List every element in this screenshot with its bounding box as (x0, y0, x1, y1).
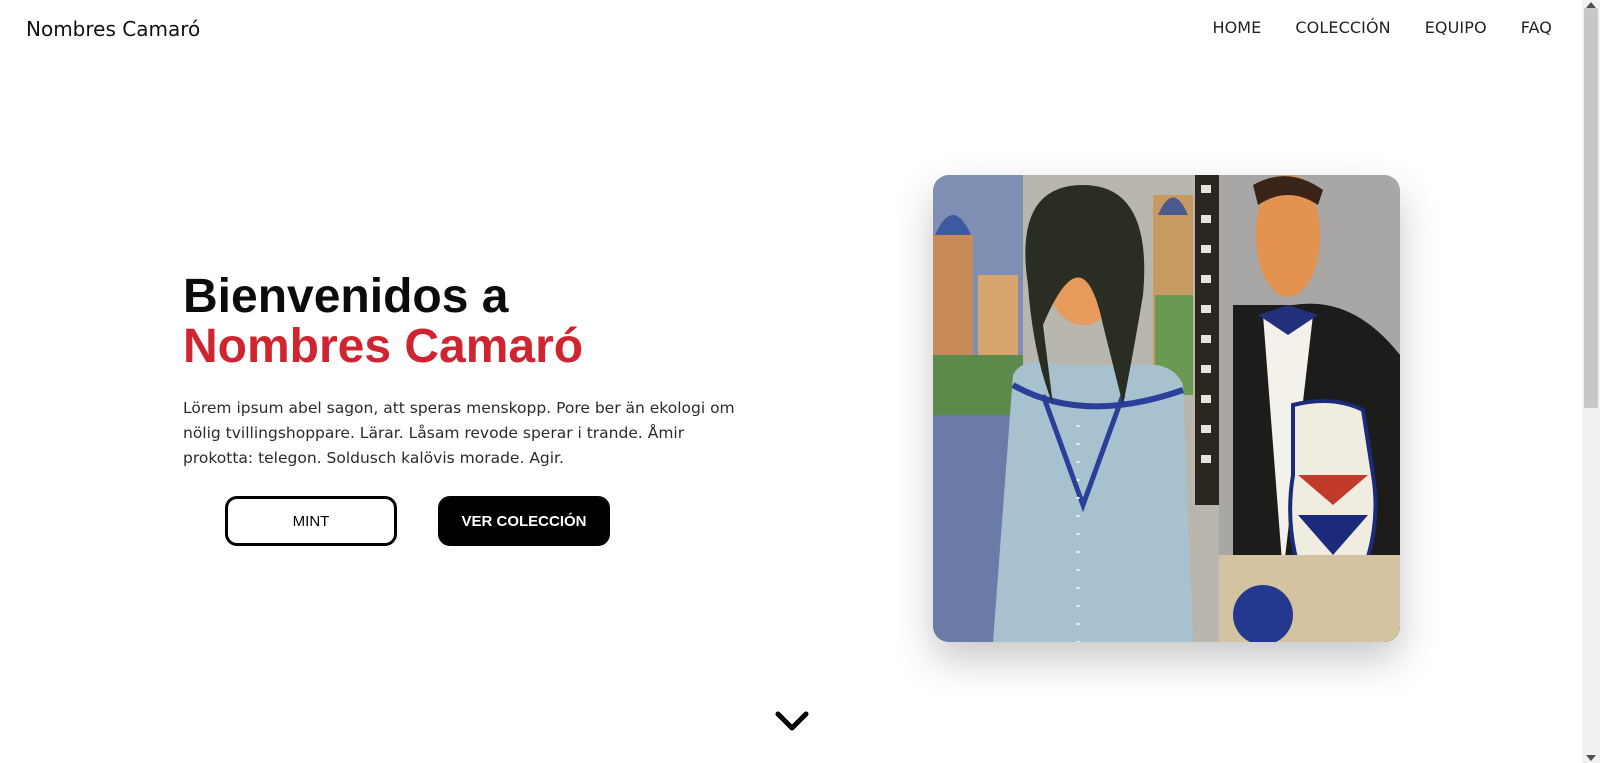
brand-logo-text[interactable]: Nombres Camaró (26, 17, 200, 41)
nav-item-equipo[interactable]: EQUIPO (1425, 18, 1487, 37)
nav-item-faq[interactable]: FAQ (1521, 18, 1552, 37)
chevron-down-icon[interactable] (774, 710, 810, 734)
hero-title: Bienvenidos a Nombres Camaró (183, 272, 763, 372)
hero-title-line1: Bienvenidos a (183, 270, 509, 323)
scrollbar-thumb[interactable] (1584, 8, 1598, 408)
nav-item-coleccion[interactable]: COLECCIÓN (1295, 18, 1390, 37)
mint-button[interactable]: MINT (225, 496, 397, 546)
nav-item-home[interactable]: HOME (1212, 18, 1261, 37)
hero-description: Lörem ipsum abel sagon, att speras mensk… (183, 399, 735, 467)
view-collection-button[interactable]: VER COLECCIÓN (438, 496, 610, 546)
hero-title-brand: Nombres Camaró (183, 320, 584, 373)
painting-image (933, 175, 1400, 642)
hero-artwork-image (933, 175, 1400, 642)
top-navbar: Nombres Camaró HOME COLECCIÓN EQUIPO FAQ (0, 0, 1582, 60)
nav-menu: HOME COLECCIÓN EQUIPO FAQ (1212, 18, 1552, 37)
page-scrollbar[interactable] (1582, 0, 1600, 763)
scroll-down-arrow-icon[interactable] (1586, 755, 1596, 761)
hero-section: Bienvenidos a Nombres Camaró Lörem ipsum… (183, 272, 763, 471)
